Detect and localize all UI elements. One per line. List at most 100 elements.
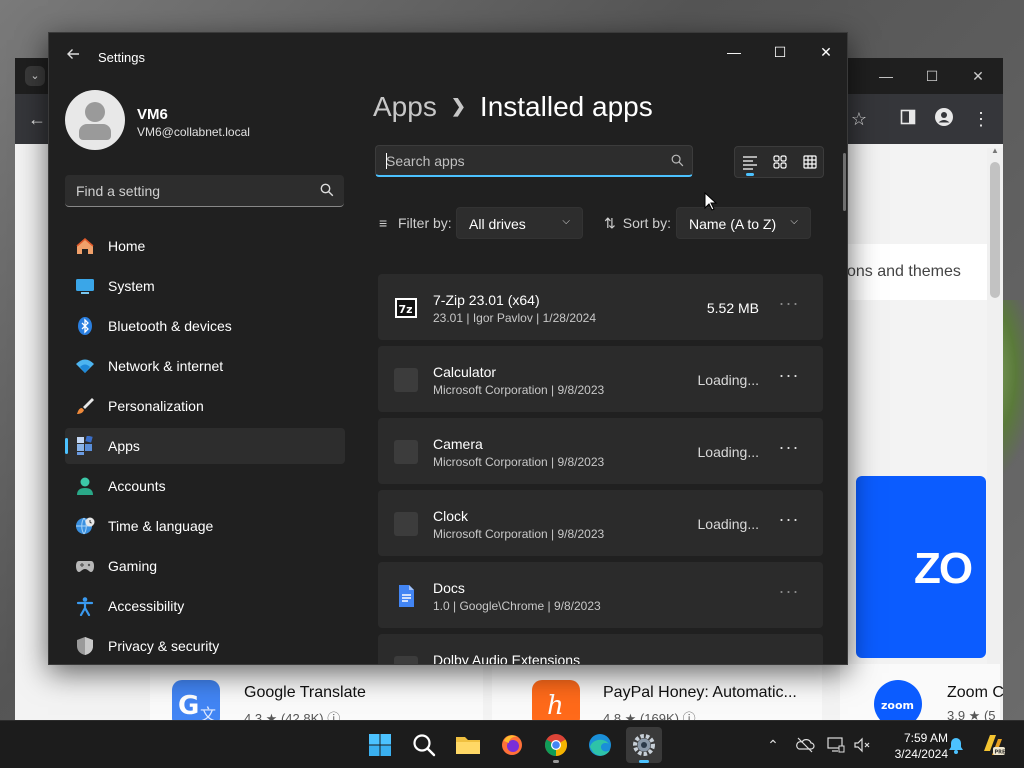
more-options-icon[interactable]: ···	[777, 510, 801, 532]
svg-text:文: 文	[200, 705, 216, 720]
gear-icon	[633, 734, 655, 756]
nav-item-bluetooth[interactable]: Bluetooth & devices	[65, 308, 345, 344]
taskbar-chrome[interactable]	[538, 727, 574, 763]
store-app-rating: 3.9 ★ (5	[947, 708, 996, 720]
filter-value: All drives	[469, 216, 526, 232]
nav-item-gaming[interactable]: Gaming	[65, 548, 345, 584]
svg-text:7z: 7z	[399, 303, 413, 316]
browser-minimize-button[interactable]: —	[863, 64, 909, 88]
bookmark-star-icon[interactable]: ☆	[845, 107, 873, 131]
selected-indicator	[65, 438, 68, 454]
search-apps-input[interactable]	[386, 151, 656, 171]
taskbar-search-button[interactable]	[406, 727, 442, 763]
browser-back-icon[interactable]: ←	[23, 107, 51, 131]
store-app-paypal-honey[interactable]: h PayPal Honey: Automatic... 4.8 ★ (169K…	[492, 664, 822, 720]
windows-start-icon	[369, 734, 391, 756]
back-arrow-icon[interactable]	[61, 45, 85, 69]
app-name: Docs	[433, 580, 465, 596]
notification-bell-icon[interactable]	[946, 735, 966, 755]
show-hidden-icons-chevron[interactable]: ⌃	[763, 735, 783, 755]
maximize-button[interactable]: ☐	[757, 37, 803, 67]
minimize-button[interactable]: —	[711, 37, 757, 67]
nav-item-personalization[interactable]: Personalization	[65, 388, 345, 424]
store-app-google-translate[interactable]: G文 Google Translate 4.3 ★ (42.8K) ⓘ	[150, 664, 483, 720]
breadcrumb-apps-link[interactable]: Apps	[373, 91, 437, 122]
nav-item-privacy[interactable]: Privacy & security	[65, 628, 345, 664]
more-options-icon[interactable]: ···	[777, 366, 801, 388]
store-app-row: G文 Google Translate 4.3 ★ (42.8K) ⓘ h Pa…	[150, 664, 1003, 720]
nav-label: Accounts	[108, 478, 166, 494]
honey-icon: h	[532, 680, 580, 720]
app-meta: 1.0 | Google\Chrome | 9/8/2023	[433, 599, 601, 613]
search-apps-field[interactable]	[375, 145, 693, 177]
store-app-zoom[interactable]: zoom Zoom C 3.9 ★ (5	[840, 664, 1003, 720]
extensions-themes-link[interactable]: ons and themes	[847, 244, 987, 300]
app-name: Calculator	[433, 364, 497, 380]
profile-email: VM6@collabnet.local	[137, 125, 250, 139]
tile-view-icon	[773, 155, 787, 169]
more-options-icon[interactable]: ···	[777, 582, 801, 604]
folder-icon	[456, 737, 480, 754]
taskbar-file-explorer[interactable]	[450, 727, 486, 763]
nav-item-system[interactable]: System	[65, 268, 345, 304]
app-row-dolby[interactable]: Dolby Audio Extensions	[378, 634, 823, 665]
brush-icon	[77, 398, 94, 414]
browser-scroll-thumb[interactable]	[990, 162, 1000, 298]
copilot-icon[interactable]: PRE	[978, 731, 1006, 759]
tile-view-button[interactable]	[765, 147, 795, 177]
browser-close-button[interactable]: ✕	[955, 64, 1001, 88]
nav-item-network[interactable]: Network & internet	[65, 348, 345, 384]
search-icon	[320, 183, 334, 197]
profile-icon[interactable]	[930, 107, 958, 131]
taskbar-settings[interactable]	[626, 727, 662, 763]
app-row-docs[interactable]: Docs 1.0 | Google\Chrome | 9/8/2023 ···	[378, 562, 823, 628]
app-size: Loading...	[697, 444, 760, 460]
nav-item-accessibility[interactable]: Accessibility	[65, 588, 345, 624]
more-options-icon[interactable]: ···	[777, 294, 801, 316]
browser-maximize-button[interactable]: ☐	[909, 64, 955, 88]
network-icon[interactable]	[826, 735, 846, 755]
taskbar-firefox[interactable]	[494, 727, 530, 763]
start-button[interactable]	[362, 727, 398, 763]
nav-item-home[interactable]: Home	[65, 228, 345, 264]
zoom-icon: zoom	[874, 680, 922, 720]
tab-search-chevron-icon[interactable]: ⌄	[25, 66, 45, 86]
app-row-7zip[interactable]: 7z 7-Zip 23.01 (x64) 23.01 | Igor Pavlov…	[378, 274, 823, 340]
app-meta: Microsoft Corporation | 9/8/2023	[433, 527, 605, 541]
browser-menu-icon[interactable]: ⋮	[967, 107, 995, 131]
svg-text:PRE: PRE	[995, 750, 1007, 756]
find-setting-input[interactable]: Find a setting	[65, 175, 344, 207]
app-row-camera[interactable]: Camera Microsoft Corporation | 9/8/2023 …	[378, 418, 823, 484]
more-options-icon[interactable]: ···	[777, 438, 801, 460]
sort-value: Name (A to Z)	[689, 216, 777, 232]
search-icon	[671, 154, 684, 167]
volume-muted-icon[interactable]	[852, 735, 872, 755]
side-panel-icon[interactable]	[894, 107, 922, 131]
app-name: Dolby Audio Extensions	[433, 652, 581, 665]
chevron-right-icon: ❯	[450, 96, 466, 116]
grid-view-button[interactable]	[795, 147, 825, 177]
list-view-button[interactable]	[735, 147, 765, 177]
filter-dropdown[interactable]: All drives ⌵	[456, 207, 583, 239]
store-app-name: PayPal Honey: Automatic...	[603, 684, 797, 701]
scroll-up-icon[interactable]: ▲	[991, 146, 999, 155]
app-name: 7-Zip 23.01 (x64)	[433, 292, 540, 308]
settings-scrollbar[interactable]	[843, 153, 846, 211]
taskbar-clock[interactable]: 7:59 AM 3/24/2024	[878, 730, 948, 762]
nav-item-apps[interactable]: Apps	[65, 428, 345, 464]
chevron-down-icon: ⌵	[562, 216, 570, 227]
nav-label: Network & internet	[108, 358, 224, 374]
nav-item-accounts[interactable]: Accounts	[65, 468, 345, 504]
onedrive-offline-icon[interactable]	[795, 735, 815, 755]
app-row-calculator[interactable]: Calculator Microsoft Corporation | 9/8/2…	[378, 346, 823, 412]
user-profile[interactable]: VM6 VM6@collabnet.local	[65, 90, 385, 152]
taskbar-edge[interactable]	[582, 727, 618, 763]
sort-dropdown[interactable]: Name (A to Z) ⌵	[676, 207, 811, 239]
nav-item-time-language[interactable]: Time & language	[65, 508, 345, 544]
nav-label: Bluetooth & devices	[108, 318, 232, 334]
shield-icon	[77, 637, 93, 655]
zoom-banner[interactable]: ZO	[856, 476, 986, 658]
close-button[interactable]: ✕	[803, 37, 847, 67]
app-row-clock[interactable]: Clock Microsoft Corporation | 9/8/2023 L…	[378, 490, 823, 556]
settings-titlebar[interactable]: Settings — ☐ ✕	[49, 33, 847, 81]
